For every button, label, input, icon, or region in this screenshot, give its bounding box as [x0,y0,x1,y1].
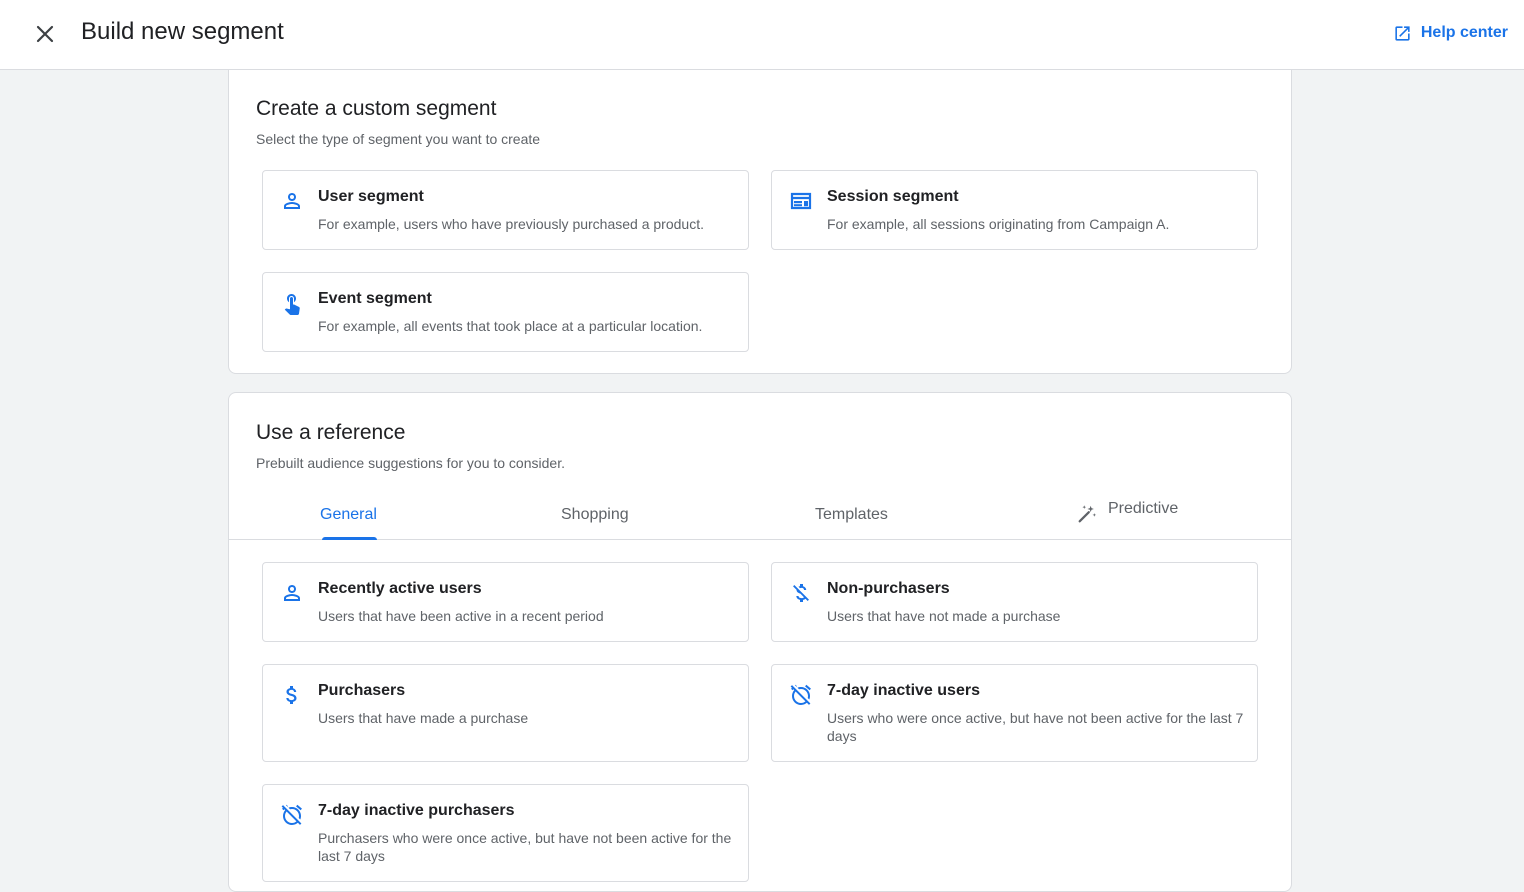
money-off-icon [789,581,813,605]
option-title: Event segment [318,290,432,307]
suggestion-title: 7-day inactive users [827,682,980,699]
suggestion-purchasers[interactable]: Purchasers Users that have made a purcha… [262,664,749,762]
dollar-icon [280,683,304,707]
tab-label: Predictive [1108,499,1179,517]
close-icon [36,25,54,43]
suggestion-description: Users that have made a purchase [318,710,529,726]
suggestion-non-purchasers[interactable]: Non-purchasers Users that have not made … [771,562,1258,642]
option-title: Session segment [827,188,959,205]
alarm-off-icon [280,803,304,827]
reference-title: Use a reference [256,421,406,444]
top-bar: Build new segment Help center [0,0,1524,70]
suggestion-description: Users that have been active in a recent … [318,608,604,624]
tab-shopping[interactable]: Shopping [561,489,629,540]
tab-templates[interactable]: Templates [815,489,888,540]
person-icon [280,581,304,605]
session-icon [789,189,813,213]
event-segment-option[interactable]: Event segment For example, all events th… [262,272,749,352]
touch-icon [280,291,304,315]
suggestion-description: Purchasers who were once active, but hav… [318,830,732,864]
tab-label: Shopping [561,505,629,523]
option-title: User segment [318,188,424,205]
suggestion-title: Recently active users [318,580,482,597]
magic-wand-icon [1078,504,1097,522]
tab-general[interactable]: General [320,489,377,540]
suggestion-description: Users that have not made a purchase [827,608,1061,624]
help-center-label: Help center [1420,24,1508,41]
suggestion-recently-active-users[interactable]: Recently active users Users that have be… [262,562,749,642]
alarm-off-icon [789,683,813,707]
tab-label: Templates [815,505,888,523]
tab-label: General [320,505,377,523]
custom-segment-card: Create a custom segment Select the type … [228,69,1292,374]
tab-predictive[interactable]: Predictive [1076,483,1178,534]
open-in-new-icon [1395,25,1410,41]
reference-subtitle: Prebuilt audience suggestions for you to… [256,455,565,471]
help-center-link[interactable]: Help center [1393,22,1508,44]
user-segment-option[interactable]: User segment For example, users who have… [262,170,749,250]
person-icon [280,189,304,213]
suggestion-description: Users who were once active, but have not… [827,710,1244,744]
reference-card: Use a reference Prebuilt audience sugges… [228,392,1292,892]
reference-tabs: General Shopping Templates Predictive [229,489,1291,540]
page-title: Build new segment [81,18,284,45]
suggestion-7-day-inactive-users[interactable]: 7-day inactive users Users who were once… [771,664,1258,762]
active-tab-indicator [322,537,377,540]
option-description: For example, all sessions originating fr… [827,216,1170,232]
close-button[interactable] [28,17,62,51]
custom-segment-subtitle: Select the type of segment you want to c… [256,131,541,147]
suggestion-7-day-inactive-purchasers[interactable]: 7-day inactive purchasers Purchasers who… [262,784,749,882]
custom-segment-title: Create a custom segment [256,97,497,120]
suggestion-title: Purchasers [318,682,406,699]
suggestion-title: Non-purchasers [827,580,950,597]
option-description: For example, users who have previously p… [318,216,704,232]
session-segment-option[interactable]: Session segment For example, all session… [771,170,1258,250]
suggestion-title: 7-day inactive purchasers [318,802,515,819]
option-description: For example, all events that took place … [318,318,703,334]
